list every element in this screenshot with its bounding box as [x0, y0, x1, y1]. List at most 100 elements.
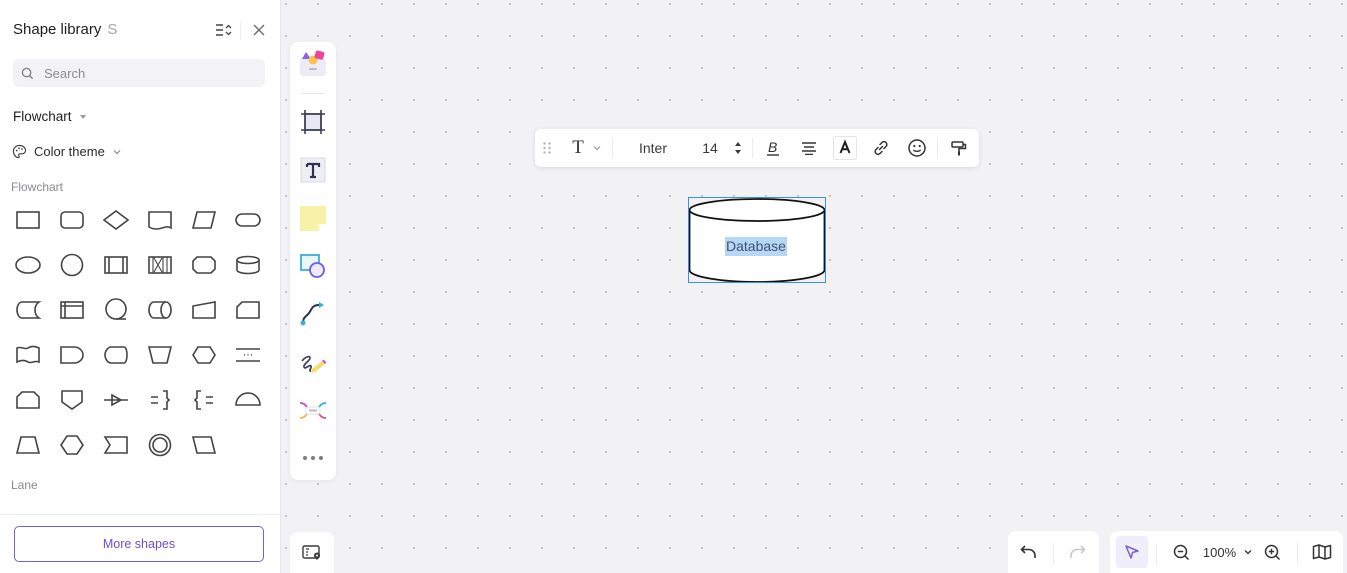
tool-shapes[interactable] — [297, 250, 329, 282]
shape-sequential-data[interactable] — [94, 286, 138, 331]
shape-rounded-rectangle[interactable] — [50, 196, 94, 241]
search-field[interactable] — [13, 59, 265, 87]
shape-rectangle[interactable] — [6, 196, 50, 241]
shape-stored-data[interactable] — [6, 286, 50, 331]
delay-icon — [60, 345, 84, 364]
canvas[interactable] — [281, 0, 1347, 573]
text-color-icon — [833, 136, 857, 160]
toolbar-drag-handle[interactable] — [539, 129, 555, 167]
shape-off-page-reference[interactable] — [50, 376, 94, 421]
map-view-button[interactable] — [1309, 531, 1335, 573]
link-button[interactable] — [869, 129, 893, 167]
tool-text[interactable] — [297, 154, 329, 186]
more-shapes-button[interactable]: More shapes — [14, 526, 264, 562]
tool-mind-map[interactable] — [297, 394, 329, 426]
shape-punched-tape[interactable] — [6, 331, 50, 376]
tool-more[interactable] — [297, 442, 329, 474]
format-painter-button[interactable] — [947, 129, 971, 167]
emoji-button[interactable] — [905, 129, 929, 167]
shapes-icon — [300, 254, 325, 278]
shape-loop-limit[interactable] — [6, 376, 50, 421]
palette-icon — [12, 144, 27, 159]
panel-title: Shape library S — [13, 21, 117, 38]
shape-annotation-left[interactable] — [182, 376, 226, 421]
shape-display[interactable] — [94, 331, 138, 376]
history-controls — [1008, 531, 1099, 573]
shape-database[interactable] — [226, 241, 270, 286]
category-dropdown[interactable]: Flowchart — [13, 109, 86, 124]
zoom-out-icon — [1173, 544, 1189, 560]
shape-manual-input[interactable] — [182, 286, 226, 331]
shape-document[interactable] — [138, 196, 182, 241]
shape-predefined-process[interactable] — [94, 241, 138, 286]
text-style-icon: T — [572, 137, 584, 158]
undo-button[interactable] — [1016, 531, 1042, 573]
manual-operation-icon — [147, 345, 173, 364]
select-tool-button[interactable] — [1116, 536, 1148, 568]
shape-diamond[interactable] — [94, 196, 138, 241]
zoom-in-icon — [1264, 544, 1280, 560]
terminator-icon — [235, 212, 261, 227]
shape-manual-operation[interactable] — [138, 331, 182, 376]
shape-hexagon-2[interactable] — [50, 421, 94, 466]
search-icon — [21, 67, 34, 79]
tool-templates[interactable] — [297, 48, 329, 80]
list-collapse-icon — [216, 24, 232, 36]
shape-circle[interactable] — [50, 241, 94, 286]
color-theme-dropdown[interactable]: Color theme — [12, 144, 122, 159]
shape-ellipse[interactable] — [6, 241, 50, 286]
direct-data-icon — [148, 300, 172, 319]
tool-sticky-note[interactable] — [297, 202, 329, 234]
zoom-in-button[interactable] — [1261, 531, 1283, 573]
font-size-stepper[interactable] — [731, 129, 745, 167]
templates-icon — [300, 50, 326, 76]
stepper-arrows-icon — [735, 142, 741, 154]
redo-button[interactable] — [1064, 531, 1090, 573]
shape-pentagon-arrow[interactable] — [94, 421, 138, 466]
shape-double-circle[interactable] — [138, 421, 182, 466]
manual-input-icon — [192, 300, 216, 319]
shape-loop-limit-dots[interactable] — [226, 331, 270, 376]
rounded-rectangle-icon — [60, 210, 84, 229]
section-label-lane: Lane — [11, 478, 38, 492]
rail-divider — [302, 93, 324, 94]
history-divider — [1053, 543, 1054, 565]
align-button[interactable] — [797, 129, 821, 167]
shape-merge-arrow[interactable] — [94, 376, 138, 421]
font-family-select[interactable]: Inter — [627, 129, 679, 167]
shape-octagon-rectangle[interactable] — [182, 241, 226, 286]
shape-internal-storage[interactable] — [50, 286, 94, 331]
mind-map-icon — [299, 402, 327, 419]
shape-semicircle[interactable] — [226, 376, 270, 421]
bold-button[interactable]: B — [761, 129, 785, 167]
shape-parallelogram-2[interactable] — [182, 421, 226, 466]
shape-delay[interactable] — [50, 331, 94, 376]
shape-annotation-right[interactable] — [138, 376, 182, 421]
double-circle-icon — [148, 433, 172, 456]
shape-direct-data[interactable] — [138, 286, 182, 331]
shape-terminator[interactable] — [226, 196, 270, 241]
text-style-dropdown[interactable]: T — [565, 129, 609, 167]
shape-hexagon[interactable] — [182, 331, 226, 376]
octagon-rectangle-icon — [192, 255, 216, 274]
font-size-input[interactable]: 14 — [695, 129, 725, 167]
tool-frame[interactable] — [297, 106, 329, 138]
ellipse-icon — [15, 255, 41, 274]
database-shape-label[interactable]: Database — [725, 237, 787, 256]
collapse-all-button[interactable] — [213, 20, 233, 40]
shape-predefined-process-x[interactable] — [138, 241, 182, 286]
database-shape[interactable]: Database — [688, 197, 826, 283]
tool-pen[interactable] — [297, 346, 329, 378]
search-input[interactable] — [42, 64, 246, 82]
zoom-out-button[interactable] — [1170, 531, 1192, 573]
close-panel-button[interactable] — [249, 20, 269, 40]
text-color-button[interactable] — [833, 129, 857, 167]
shape-card[interactable] — [226, 286, 270, 331]
shape-parallelogram[interactable] — [182, 196, 226, 241]
sequential-data-icon — [105, 297, 127, 320]
zoom-level-dropdown[interactable]: 100% — [1200, 531, 1256, 573]
section-label-flowchart: Flowchart — [11, 180, 64, 194]
shape-trapezoid[interactable] — [6, 421, 50, 466]
minimap-toggle-button[interactable] — [290, 532, 334, 573]
tool-connector[interactable] — [297, 298, 329, 330]
